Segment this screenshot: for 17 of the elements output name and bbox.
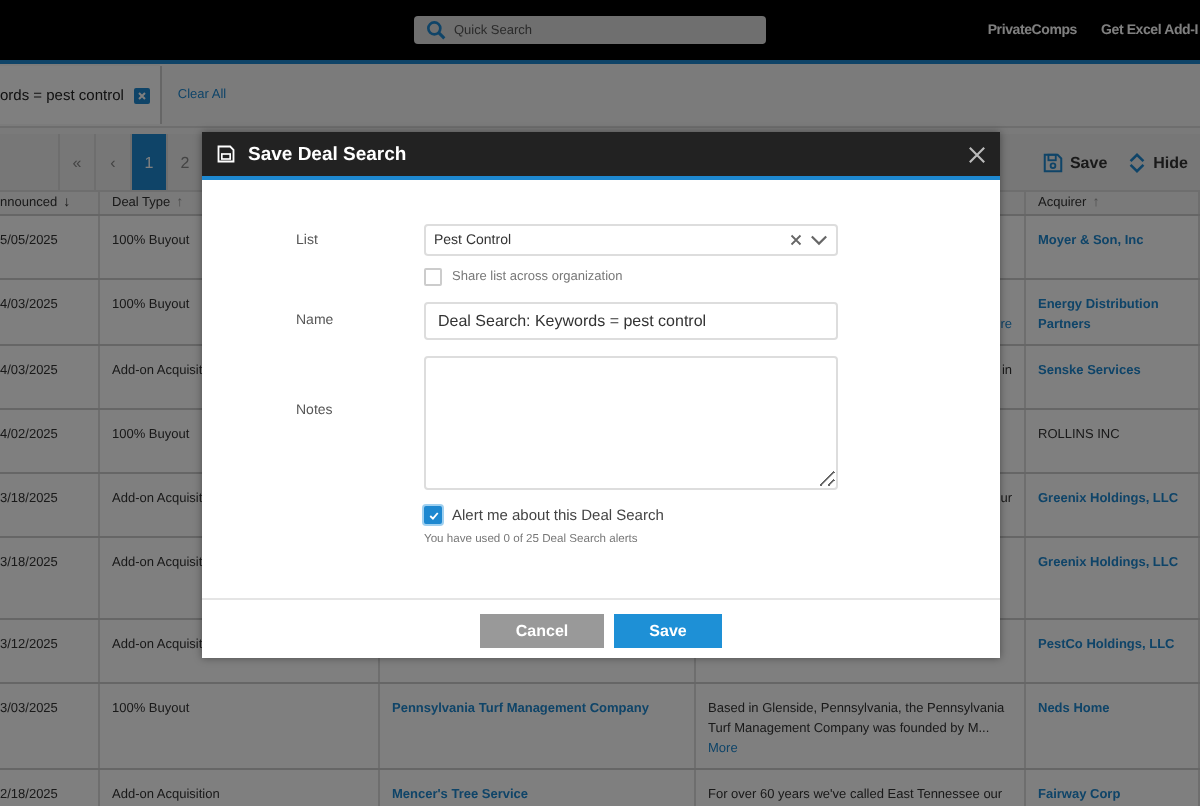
toolbar-button[interactable]: Save — [1041, 151, 1108, 173]
close-icon[interactable] — [968, 145, 986, 163]
toolbar-button[interactable]: Hide — [1125, 151, 1188, 173]
floppy-icon — [216, 144, 236, 164]
dialog-title: Save Deal Search — [248, 143, 407, 165]
floppy-icon — [1041, 151, 1064, 173]
checkbox[interactable] — [424, 268, 442, 286]
save-button[interactable]: Save — [614, 614, 722, 648]
page-button[interactable]: « — [58, 134, 94, 190]
name-input[interactable]: Deal Search: Keywords = pest control — [424, 302, 838, 340]
chevrons-icon — [1125, 151, 1148, 173]
clear-icon[interactable] — [790, 234, 802, 246]
page-button[interactable]: 1 — [130, 134, 166, 190]
remove-filter-icon[interactable] — [133, 87, 150, 103]
checkbox[interactable] — [424, 506, 442, 524]
cancel-button[interactable]: Cancel — [480, 614, 604, 648]
chevron-down-icon — [810, 234, 828, 246]
